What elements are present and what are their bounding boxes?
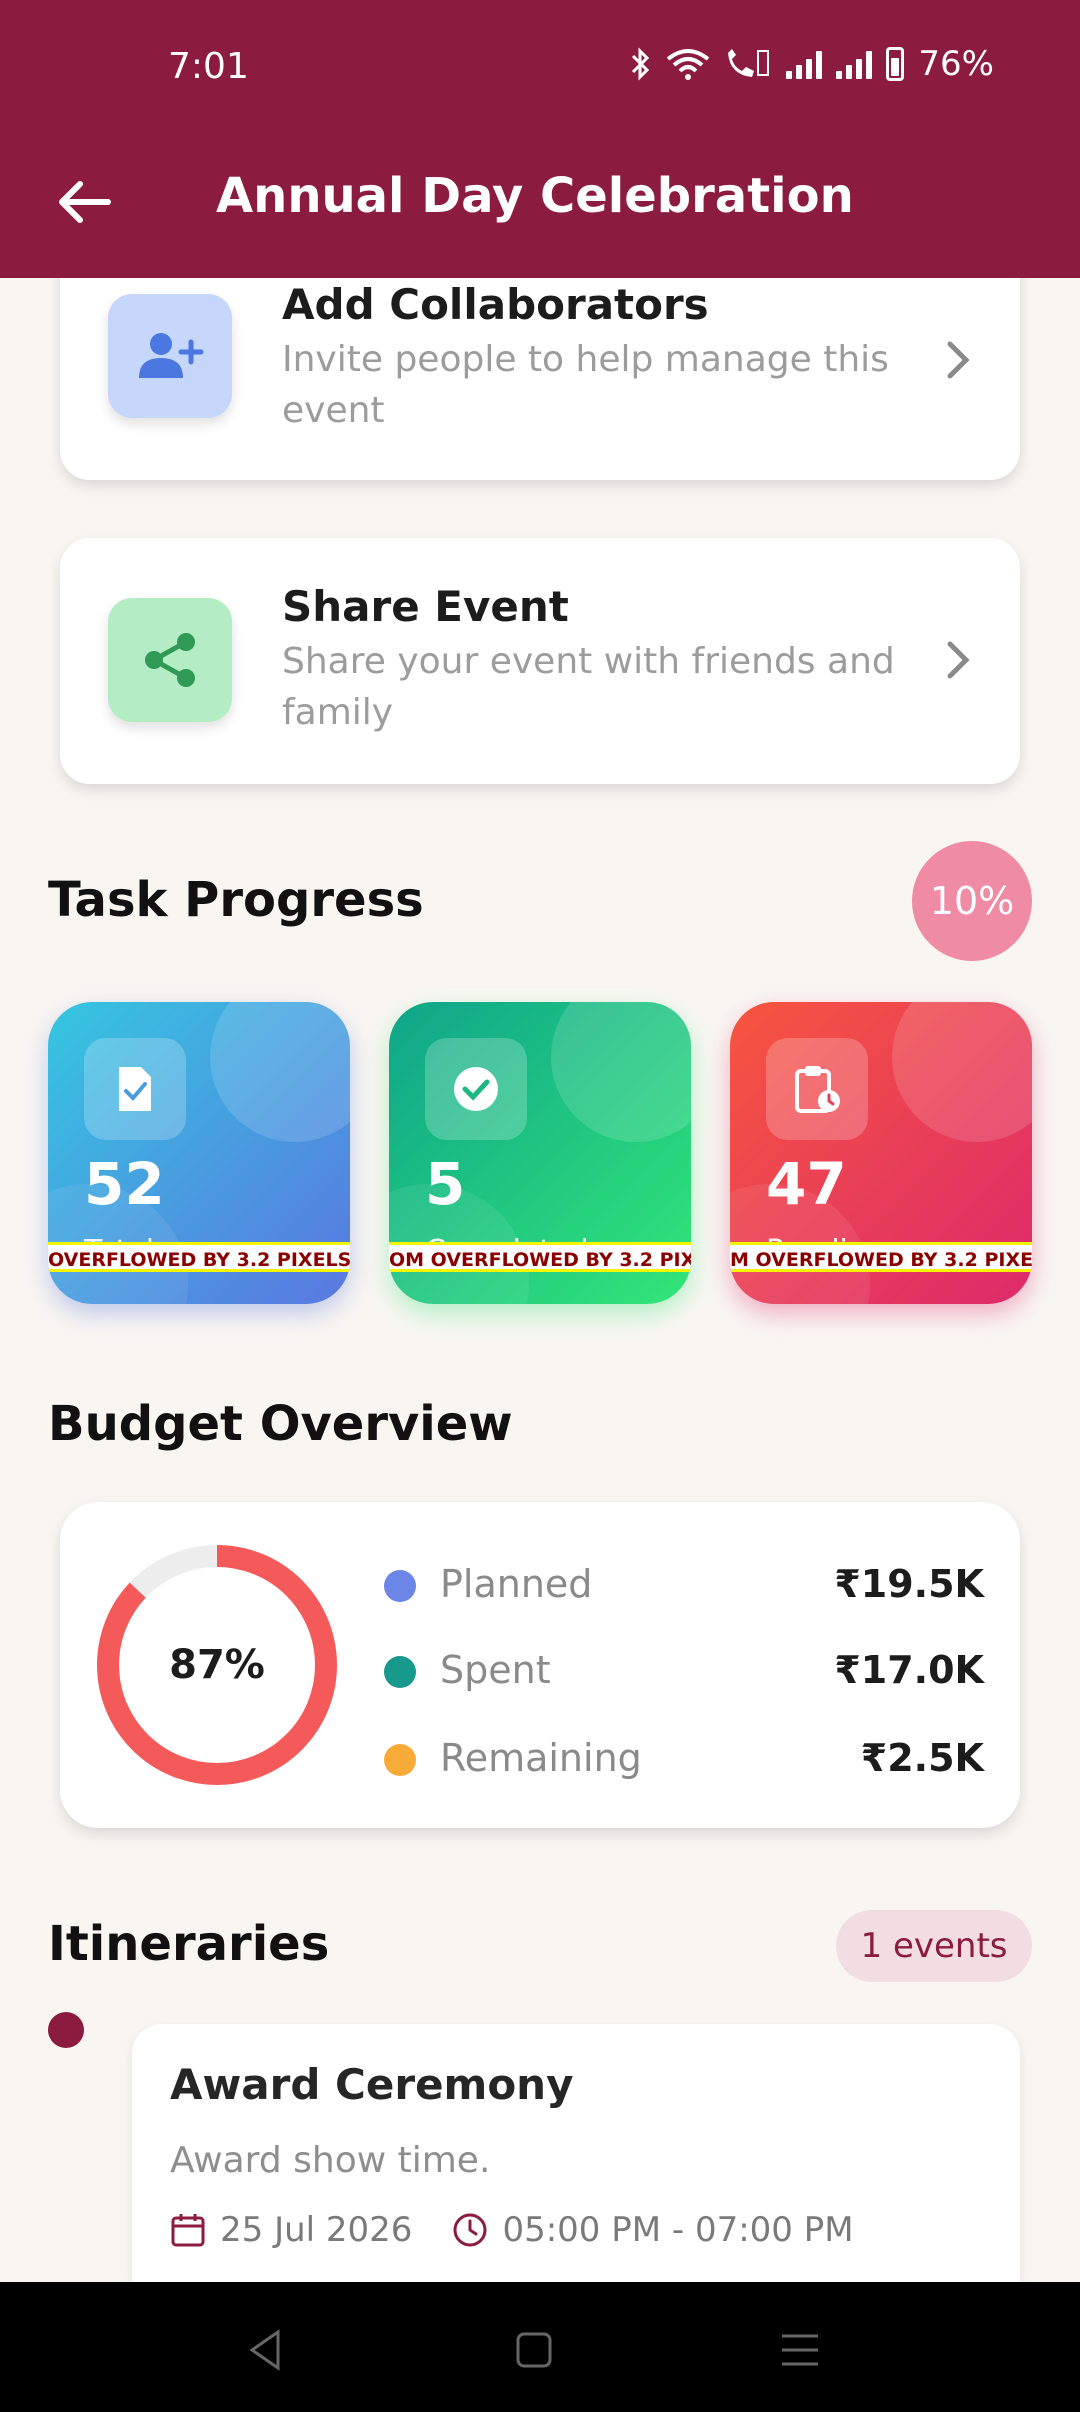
remaining-amount: ₹2.5K	[860, 1736, 984, 1780]
clock-icon	[453, 2213, 487, 2247]
page-title: Annual Day Celebration	[216, 168, 854, 224]
share-event-subtitle: Share your event with friends and family	[282, 641, 895, 733]
total-tasks-card[interactable]: 52 Total OVERFLOWED BY 3.2 PIXELS	[48, 1002, 350, 1304]
completed-tasks-number: 5	[425, 1150, 466, 1218]
itinerary-meta: 25 Jul 2026 05:00 PM - 07:00 PM	[170, 2210, 854, 2250]
overflow-warning: OM OVERFLOWED BY 3.2 PIXELS	[389, 1242, 691, 1272]
spent-dot	[384, 1656, 416, 1688]
spent-amount: ₹17.0K	[834, 1648, 984, 1692]
pending-tasks-card[interactable]: 47 Pending M OVERFLOWED BY 3.2 PIXELS	[730, 1002, 1032, 1304]
itinerary-time: 05:00 PM - 07:00 PM	[502, 2210, 854, 2250]
add-person-icon	[139, 333, 204, 378]
share-event-title: Share Event	[282, 582, 569, 631]
signal-2-icon	[836, 49, 873, 79]
legend-remaining: Remaining ₹2.5K	[384, 1730, 984, 1790]
legend-planned: Planned ₹19.5K	[384, 1556, 984, 1616]
chevron-right-icon	[947, 341, 970, 379]
legend-spent: Spent ₹17.0K	[384, 1642, 984, 1702]
share-event-card[interactable]: Share Event Share your event with friend…	[60, 538, 1020, 784]
add-collaborators-card[interactable]: Add Collaborators Invite people to help …	[60, 278, 1020, 480]
task-progress-heading: Task Progress	[48, 872, 424, 928]
system-navigation-bar	[0, 2282, 1080, 2412]
overflow-warning: OVERFLOWED BY 3.2 PIXELS	[48, 1242, 350, 1272]
timeline-dot	[48, 2012, 84, 2048]
bluetooth-icon	[632, 47, 650, 81]
itinerary-description: Award show time.	[170, 2140, 491, 2181]
check-circle-icon	[454, 1067, 498, 1111]
signal-1-icon	[786, 49, 823, 79]
add-collaborators-subtitle: Invite people to help manage this event	[282, 339, 889, 431]
chevron-right-icon	[947, 641, 970, 679]
itinerary-title: Award Ceremony	[170, 2060, 574, 2109]
itineraries-heading: Itineraries	[48, 1916, 330, 1972]
nav-home-icon[interactable]	[506, 2322, 562, 2378]
budget-percent-label: 87%	[169, 1642, 265, 1688]
budget-overview-heading: Budget Overview	[48, 1396, 513, 1452]
clipboard-clock-icon	[795, 1066, 840, 1113]
nav-back-icon[interactable]	[238, 2322, 294, 2378]
total-tasks-number: 52	[84, 1150, 165, 1218]
events-count-badge: 1 events	[836, 1910, 1032, 1982]
add-collaborators-title: Add Collaborators	[282, 280, 709, 329]
document-check-icon	[119, 1067, 151, 1111]
app-bar: Annual Day Celebration	[0, 140, 1080, 278]
status-icons: 76%	[630, 44, 994, 84]
remaining-label: Remaining	[440, 1736, 642, 1780]
completed-tasks-card[interactable]: 5 Completed OM OVERFLOWED BY 3.2 PIXELS	[389, 1002, 691, 1304]
budget-donut-chart: 87%	[94, 1542, 340, 1788]
planned-label: Planned	[440, 1562, 593, 1606]
planned-dot	[384, 1570, 416, 1602]
pending-tasks-number: 47	[766, 1150, 847, 1218]
itinerary-date: 25 Jul 2026	[220, 2210, 413, 2250]
overflow-warning: M OVERFLOWED BY 3.2 PIXELS	[730, 1242, 1032, 1272]
task-progress-percent-badge: 10%	[912, 841, 1032, 961]
spent-label: Spent	[440, 1648, 551, 1692]
share-icon	[145, 633, 195, 687]
calendar-icon	[171, 2214, 205, 2247]
itinerary-card[interactable]: Award Ceremony Award show time. 25 Jul 2…	[132, 2024, 1020, 2282]
status-bar: 7:01 76%	[0, 0, 1080, 140]
nav-menu-icon[interactable]	[772, 2322, 828, 2378]
task-document-icon-box	[84, 1038, 186, 1140]
share-event-icon-box	[108, 598, 232, 722]
budget-card[interactable]: 87% Planned ₹19.5K Spent ₹17.0K Remainin…	[60, 1502, 1020, 1828]
check-icon-box	[425, 1038, 527, 1140]
wifi-icon	[667, 49, 710, 80]
planned-amount: ₹19.5K	[834, 1562, 984, 1606]
back-arrow-icon[interactable]	[52, 170, 116, 234]
remaining-dot	[384, 1744, 416, 1776]
add-collaborators-icon-box	[108, 294, 232, 418]
battery-percent: 76%	[918, 44, 994, 84]
status-time: 7:01	[168, 46, 249, 87]
clipboard-icon-box	[766, 1038, 868, 1140]
battery-icon	[886, 47, 905, 81]
call-icon	[728, 49, 770, 77]
